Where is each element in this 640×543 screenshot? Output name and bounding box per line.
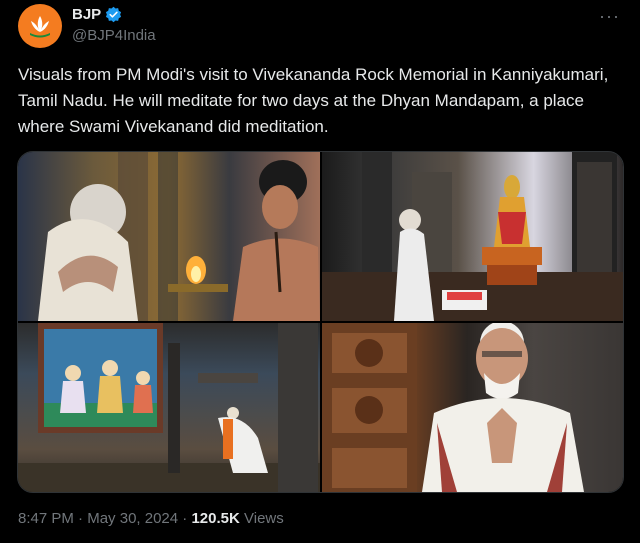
tweet-text: Visuals from PM Modi's visit to Vivekana…	[18, 65, 609, 136]
photo-1[interactable]	[18, 152, 320, 321]
meta-separator: ·	[73, 510, 88, 527]
tweet-meta: 8:47 PM · May 30, 2024 · 120.5K Views	[18, 510, 284, 527]
bjp-lotus-logo	[22, 8, 58, 44]
author-name-row[interactable]: BJP	[72, 6, 122, 23]
photo-3-illustration	[18, 323, 320, 492]
media-grid	[17, 151, 624, 493]
display-name[interactable]: BJP	[72, 6, 101, 23]
photo-2[interactable]	[322, 152, 623, 321]
account-handle[interactable]: @BJP4India	[72, 27, 156, 44]
views-count: 120.5K	[191, 510, 240, 527]
photo-2-illustration	[322, 152, 623, 321]
photo-4[interactable]	[322, 323, 623, 492]
photo-4-illustration	[322, 323, 584, 492]
avatar[interactable]	[18, 4, 62, 48]
views-label: Views	[244, 510, 284, 527]
meta-separator-2: ·	[178, 510, 192, 527]
photo-1-illustration	[38, 152, 320, 321]
more-options-icon[interactable]: ···	[599, 6, 620, 27]
verified-badge-icon	[106, 6, 122, 23]
tweet-date[interactable]: May 30, 2024	[87, 510, 178, 527]
tweet-time[interactable]: 8:47 PM	[18, 510, 74, 527]
photo-3[interactable]	[18, 323, 320, 492]
